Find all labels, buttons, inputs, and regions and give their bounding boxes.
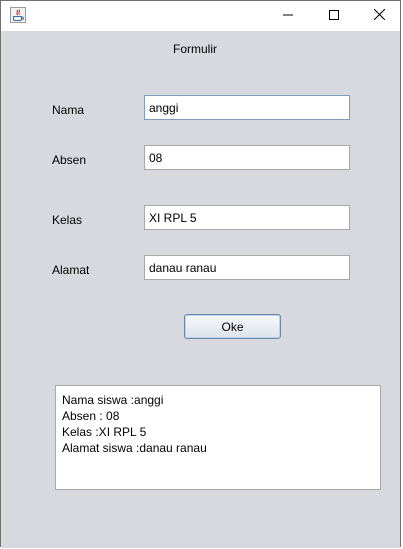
alamat-label: Alamat <box>52 263 90 277</box>
output-line: Nama siswa :anggi <box>62 393 164 407</box>
output-text-area[interactable]: Nama siswa :anggi Absen : 08 Kelas :XI R… <box>55 385 381 490</box>
output-line: Absen : 08 <box>62 409 120 423</box>
alamat-field[interactable] <box>144 255 350 280</box>
oke-button[interactable]: Oke <box>184 314 281 339</box>
output-line: Kelas :XI RPL 5 <box>62 425 147 439</box>
nama-label: Nama <box>52 103 85 117</box>
app-window: Formulir Nama Absen Kelas Alamat Oke Nam… <box>0 0 401 548</box>
kelas-label: Kelas <box>52 213 83 227</box>
absen-label: Absen <box>52 153 87 167</box>
output-line: Alamat siswa :danau ranau <box>62 441 207 455</box>
kelas-field[interactable] <box>144 205 350 230</box>
maximize-button[interactable] <box>311 1 357 31</box>
maximize-icon <box>329 9 339 23</box>
form-panel: Formulir Nama Absen Kelas Alamat Oke Nam… <box>1 31 400 548</box>
nama-field[interactable] <box>144 95 350 120</box>
java-app-icon[interactable] <box>10 7 26 23</box>
minimize-button[interactable] <box>265 1 311 31</box>
title-bar[interactable] <box>1 1 400 31</box>
form-title: Formulir <box>173 42 217 56</box>
absen-field[interactable] <box>144 145 350 170</box>
minimize-icon <box>283 9 293 23</box>
close-button[interactable] <box>356 1 402 31</box>
close-icon <box>373 8 385 23</box>
